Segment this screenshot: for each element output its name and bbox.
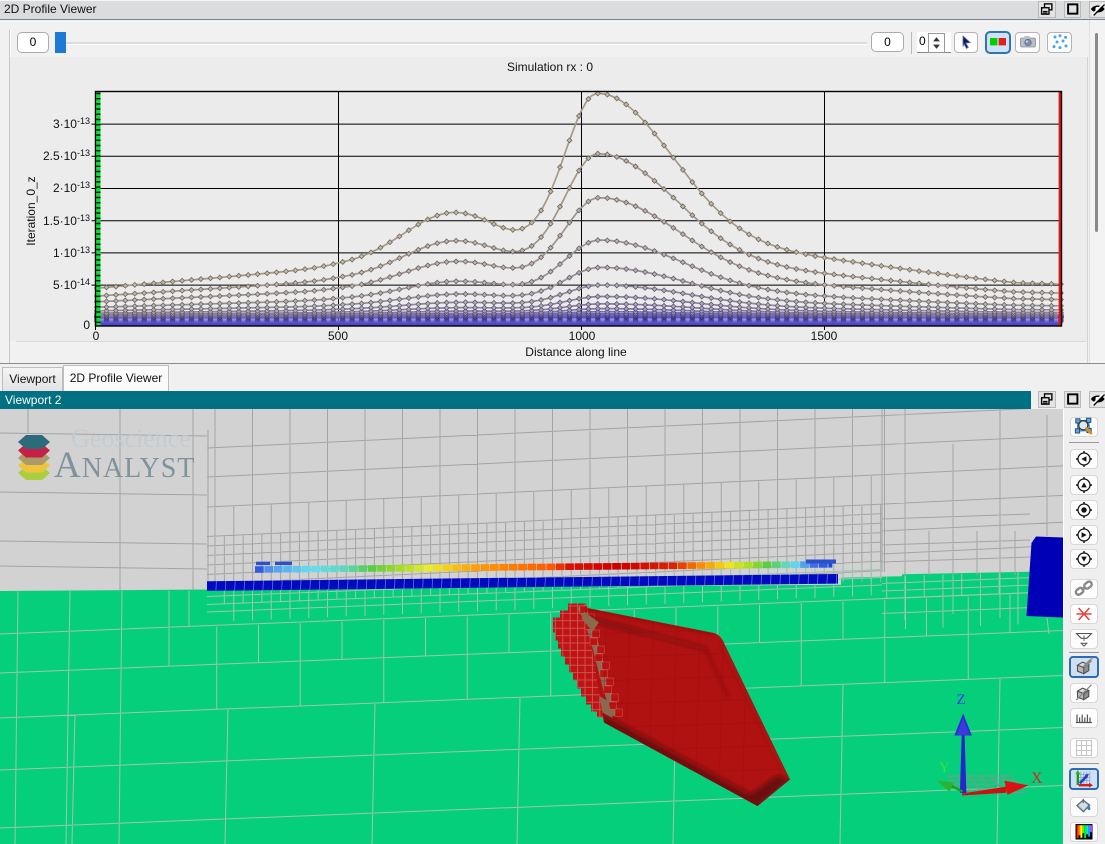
svg-text:Z: Z: [957, 692, 966, 708]
svg-text:X: X: [1031, 770, 1043, 787]
svg-text:Geoscience: Geoscience: [71, 424, 191, 453]
svg-text:Y: Y: [939, 760, 950, 776]
